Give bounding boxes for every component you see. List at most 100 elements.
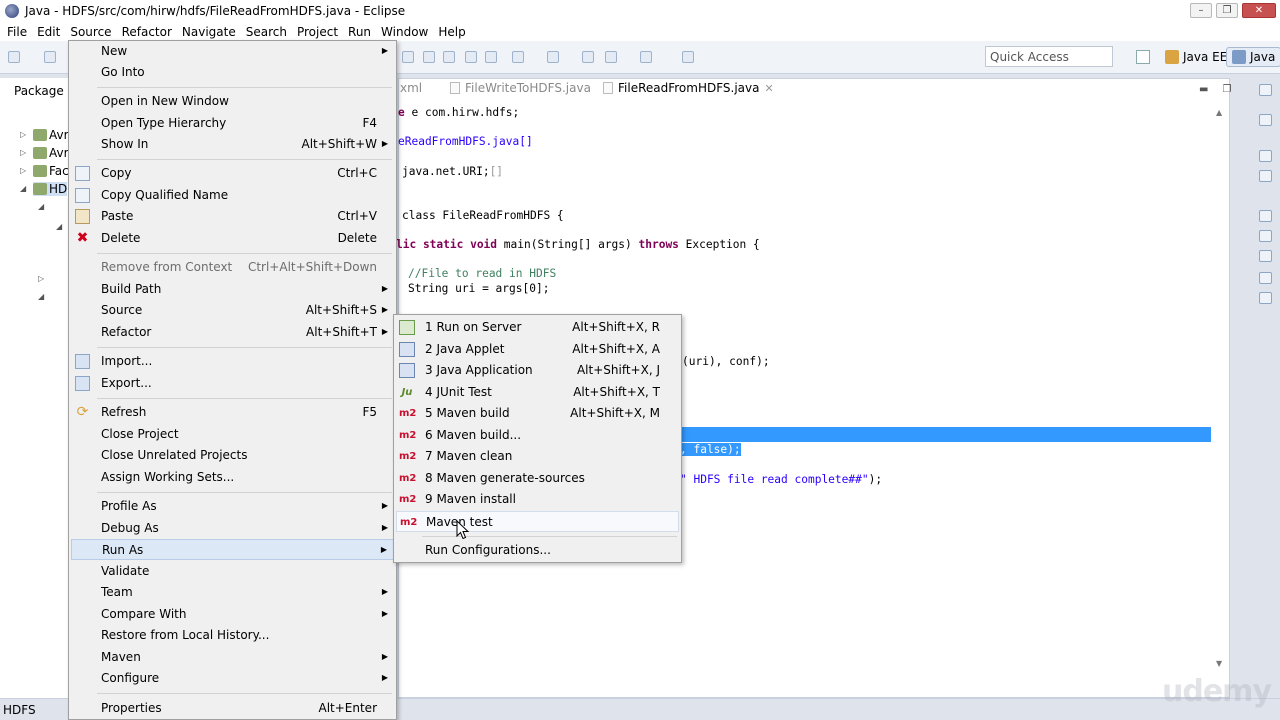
submenu-item-maven-generate-sources[interactable]: m2 8 Maven generate-sources	[396, 468, 679, 489]
menu-item-open-type-hierarchy[interactable]: Open Type Hierarchy F4	[71, 113, 394, 134]
toolbar-icon[interactable]	[402, 51, 414, 63]
menu-item-build-path[interactable]: Build Path ▶	[71, 279, 394, 300]
quick-access-input[interactable]: Quick Access	[985, 46, 1113, 67]
menu-file[interactable]: File	[2, 25, 32, 39]
menu-item-export[interactable]: Export...	[71, 373, 394, 394]
submenu-item-java-application[interactable]: 3 Java Application Alt+Shift+X, J	[396, 360, 679, 381]
editor-tab-filewrite[interactable]: FileWriteToHDFS.java	[450, 81, 591, 95]
menu-item-profile-as[interactable]: Profile As ▶	[71, 496, 394, 517]
tree-item-project[interactable]: Fac	[33, 164, 69, 178]
problems-icon[interactable]	[1259, 230, 1272, 242]
editor-scrollbar[interactable]: ▲ ▼	[1214, 108, 1226, 668]
menu-item-close-project[interactable]: Close Project	[71, 424, 394, 445]
perspective-java-button[interactable]: Java	[1226, 47, 1280, 67]
menu-item-go-into[interactable]: Go Into	[71, 62, 394, 83]
submenu-item-junit-test[interactable]: Ju 4 JUnit Test Alt+Shift+X, T	[396, 382, 679, 403]
menu-item-configure[interactable]: Configure ▶	[71, 668, 394, 689]
toolbar-icon[interactable]	[547, 51, 559, 63]
open-perspective-icon[interactable]	[1136, 50, 1150, 64]
console-icon[interactable]	[1259, 292, 1272, 304]
menu-project[interactable]: Project	[292, 25, 343, 39]
menu-item-maven[interactable]: Maven ▶	[71, 647, 394, 668]
minimize-button[interactable]: –	[1190, 3, 1212, 18]
submenu-item-maven-test[interactable]: m2 Maven test	[396, 511, 679, 532]
menu-item-import[interactable]: Import...	[71, 351, 394, 372]
menu-run[interactable]: Run	[343, 25, 376, 39]
expand-icon[interactable]: ▷	[20, 130, 26, 139]
menu-item-refresh[interactable]: ⟳ Refresh F5	[71, 402, 394, 423]
menu-item-close-unrelated-projects[interactable]: Close Unrelated Projects	[71, 445, 394, 466]
menu-help[interactable]: Help	[433, 25, 470, 39]
expand-icon[interactable]: ▷	[38, 274, 44, 283]
toolbar-icon[interactable]	[485, 51, 497, 63]
menu-item-run-as[interactable]: Run As ▶	[71, 539, 394, 560]
editor-tab-fileread[interactable]: FileReadFromHDFS.java ✕	[603, 81, 774, 95]
maximize-button[interactable]: ❐	[1216, 3, 1238, 18]
submenu-item-maven-clean[interactable]: m2 7 Maven clean	[396, 446, 679, 467]
package-explorer-tab[interactable]: Package	[14, 84, 64, 98]
javadoc-icon[interactable]	[1259, 250, 1272, 262]
restore-icon[interactable]	[1259, 210, 1272, 222]
outline-icon[interactable]	[1259, 114, 1272, 126]
toolbar-icon[interactable]	[443, 51, 455, 63]
menu-item-delete[interactable]: ✖ Delete Delete	[71, 228, 394, 249]
toolbar-icon[interactable]	[465, 51, 477, 63]
menu-item-copy[interactable]: Copy Ctrl+C	[71, 163, 394, 184]
collapse-icon[interactable]: ◢	[56, 222, 62, 231]
close-button[interactable]: ✕	[1242, 3, 1276, 18]
menu-item-properties[interactable]: Properties Alt+Enter	[71, 698, 394, 719]
submenu-item-maven-build-dialog[interactable]: m2 6 Maven build...	[396, 425, 679, 446]
back-icon[interactable]	[605, 51, 617, 63]
menu-item-show-in[interactable]: Show In Alt+Shift+W ▶	[71, 134, 394, 155]
forward-icon[interactable]	[640, 51, 652, 63]
task-list-icon[interactable]	[1259, 170, 1272, 182]
submenu-item-run-configurations[interactable]: Run Configurations...	[396, 540, 679, 561]
toolbar-icon[interactable]	[682, 51, 694, 63]
menu-item-copy-qualified-name[interactable]: Copy Qualified Name	[71, 185, 394, 206]
submenu-item-maven-install[interactable]: m2 9 Maven install	[396, 489, 679, 510]
tree-item-project[interactable]: Avr	[33, 128, 69, 142]
submenu-item-maven-build[interactable]: m2 5 Maven build Alt+Shift+X, M	[396, 403, 679, 424]
close-tab-icon[interactable]: ✕	[765, 82, 774, 95]
menu-item-open-new-window[interactable]: Open in New Window	[71, 91, 394, 112]
submenu-item-java-applet[interactable]: 2 Java Applet Alt+Shift+X, A	[396, 339, 679, 360]
toolbar-icon[interactable]	[423, 51, 435, 63]
tree-item-project[interactable]: Avr	[33, 146, 69, 160]
submenu-item-run-on-server[interactable]: 1 Run on Server Alt+Shift+X, R	[396, 317, 679, 338]
editor-tab-xml[interactable]: xml	[400, 81, 422, 95]
menu-item-compare-with[interactable]: Compare With ▶	[71, 604, 394, 625]
menu-item-refactor[interactable]: Refactor Alt+Shift+T ▶	[71, 322, 394, 343]
editor-minmax-controls[interactable]: ▬❐	[1199, 84, 1245, 95]
collapse-icon[interactable]: ◢	[20, 184, 26, 193]
menu-item-source[interactable]: Source Alt+Shift+S ▶	[71, 300, 394, 321]
menu-window[interactable]: Window	[376, 25, 433, 39]
menu-edit[interactable]: Edit	[32, 25, 65, 39]
menu-item-new[interactable]: New ▶	[71, 41, 394, 62]
scroll-up-icon[interactable]: ▲	[1216, 108, 1222, 117]
collapse-icon[interactable]: ◢	[38, 292, 44, 301]
menu-item-debug-as[interactable]: Debug As ▶	[71, 518, 394, 539]
collapse-icon[interactable]: ◢	[38, 202, 44, 211]
perspective-javaee-button[interactable]: Java EE	[1160, 47, 1232, 67]
menu-navigate[interactable]: Navigate	[177, 25, 241, 39]
menu-search[interactable]: Search	[241, 25, 292, 39]
menu-item-assign-working-sets[interactable]: Assign Working Sets...	[71, 467, 394, 488]
restore-icon[interactable]	[1259, 150, 1272, 162]
menu-refactor[interactable]: Refactor	[117, 25, 177, 39]
menu-item-validate[interactable]: Validate	[71, 561, 394, 582]
save-icon[interactable]	[44, 51, 56, 63]
declaration-icon[interactable]	[1259, 272, 1272, 284]
menu-source[interactable]: Source	[65, 25, 116, 39]
scroll-down-icon[interactable]: ▼	[1216, 659, 1222, 668]
menu-item-team[interactable]: Team ▶	[71, 582, 394, 603]
new-icon[interactable]	[8, 51, 20, 63]
expand-icon[interactable]: ▷	[20, 166, 26, 175]
menu-item-paste[interactable]: Paste Ctrl+V	[71, 206, 394, 227]
tree-item-project-selected[interactable]: HD	[33, 182, 68, 196]
java-icon	[1232, 50, 1246, 64]
toolbar-icon[interactable]	[582, 51, 594, 63]
expand-icon[interactable]: ▷	[20, 148, 26, 157]
toolbar-icon[interactable]	[512, 51, 524, 63]
restore-icon[interactable]	[1259, 84, 1272, 96]
menu-item-restore-local-history[interactable]: Restore from Local History...	[71, 625, 394, 646]
